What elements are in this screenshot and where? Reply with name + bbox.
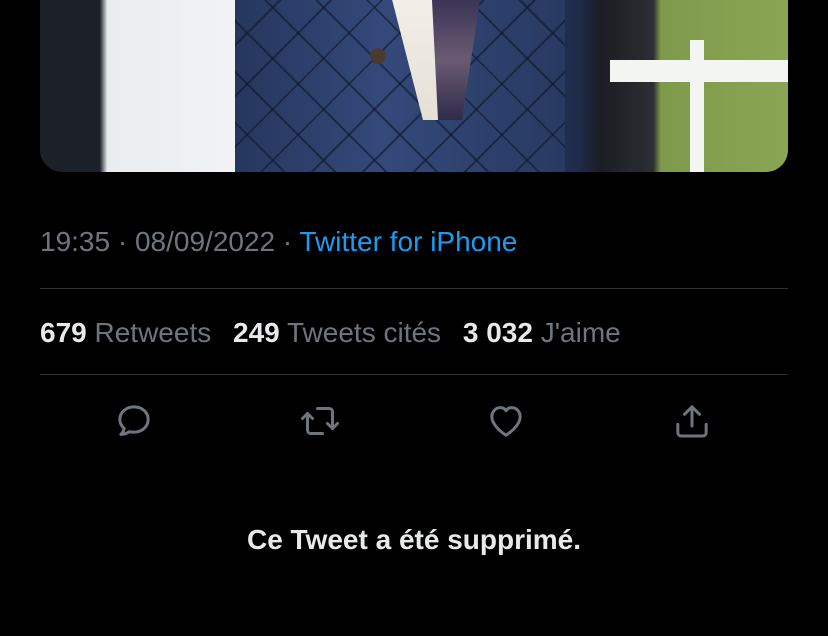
reply-button[interactable] (109, 396, 159, 446)
deleted-tweet-notice: Ce Tweet a été supprimé. (246, 524, 582, 555)
share-button[interactable] (667, 396, 717, 446)
quotes-label: Tweets cités (287, 317, 442, 348)
quotes-count: 249 (233, 317, 280, 348)
photo-button (370, 48, 386, 64)
tweet-media-image[interactable] (40, 0, 788, 172)
meta-separator: · (282, 226, 293, 257)
tweet-action-bar (0, 396, 828, 446)
divider (40, 374, 788, 375)
retweet-icon (301, 407, 339, 435)
likes-label: J'aime (540, 317, 621, 348)
quotes-stat[interactable]: 249 Tweets cités (233, 317, 441, 348)
tweet-time: 19:35 (40, 226, 111, 257)
retweets-label: Retweets (94, 317, 212, 348)
tweet-date[interactable]: 08/09/2022 (135, 226, 275, 257)
retweet-button[interactable] (295, 396, 345, 446)
likes-count: 3 032 (462, 317, 533, 348)
reply-icon (118, 405, 150, 436)
meta-separator: · (117, 226, 128, 257)
divider (40, 288, 788, 289)
tweet-stats: 679 Retweets 249 Tweets cités 3 032 J'ai… (40, 314, 621, 352)
retweets-stat[interactable]: 679 Retweets (40, 317, 211, 348)
tweet-source-link[interactable]: Twitter for iPhone (300, 226, 518, 257)
retweets-count: 679 (40, 317, 87, 348)
like-button[interactable] (481, 396, 531, 446)
likes-stat[interactable]: 3 032 J'aime (463, 317, 621, 348)
like-icon (490, 406, 522, 437)
photo-fence-post (690, 40, 704, 172)
tweet-metadata: 19:35 · 08/09/2022 · Twitter for iPhone (40, 224, 517, 260)
share-icon (676, 405, 708, 438)
